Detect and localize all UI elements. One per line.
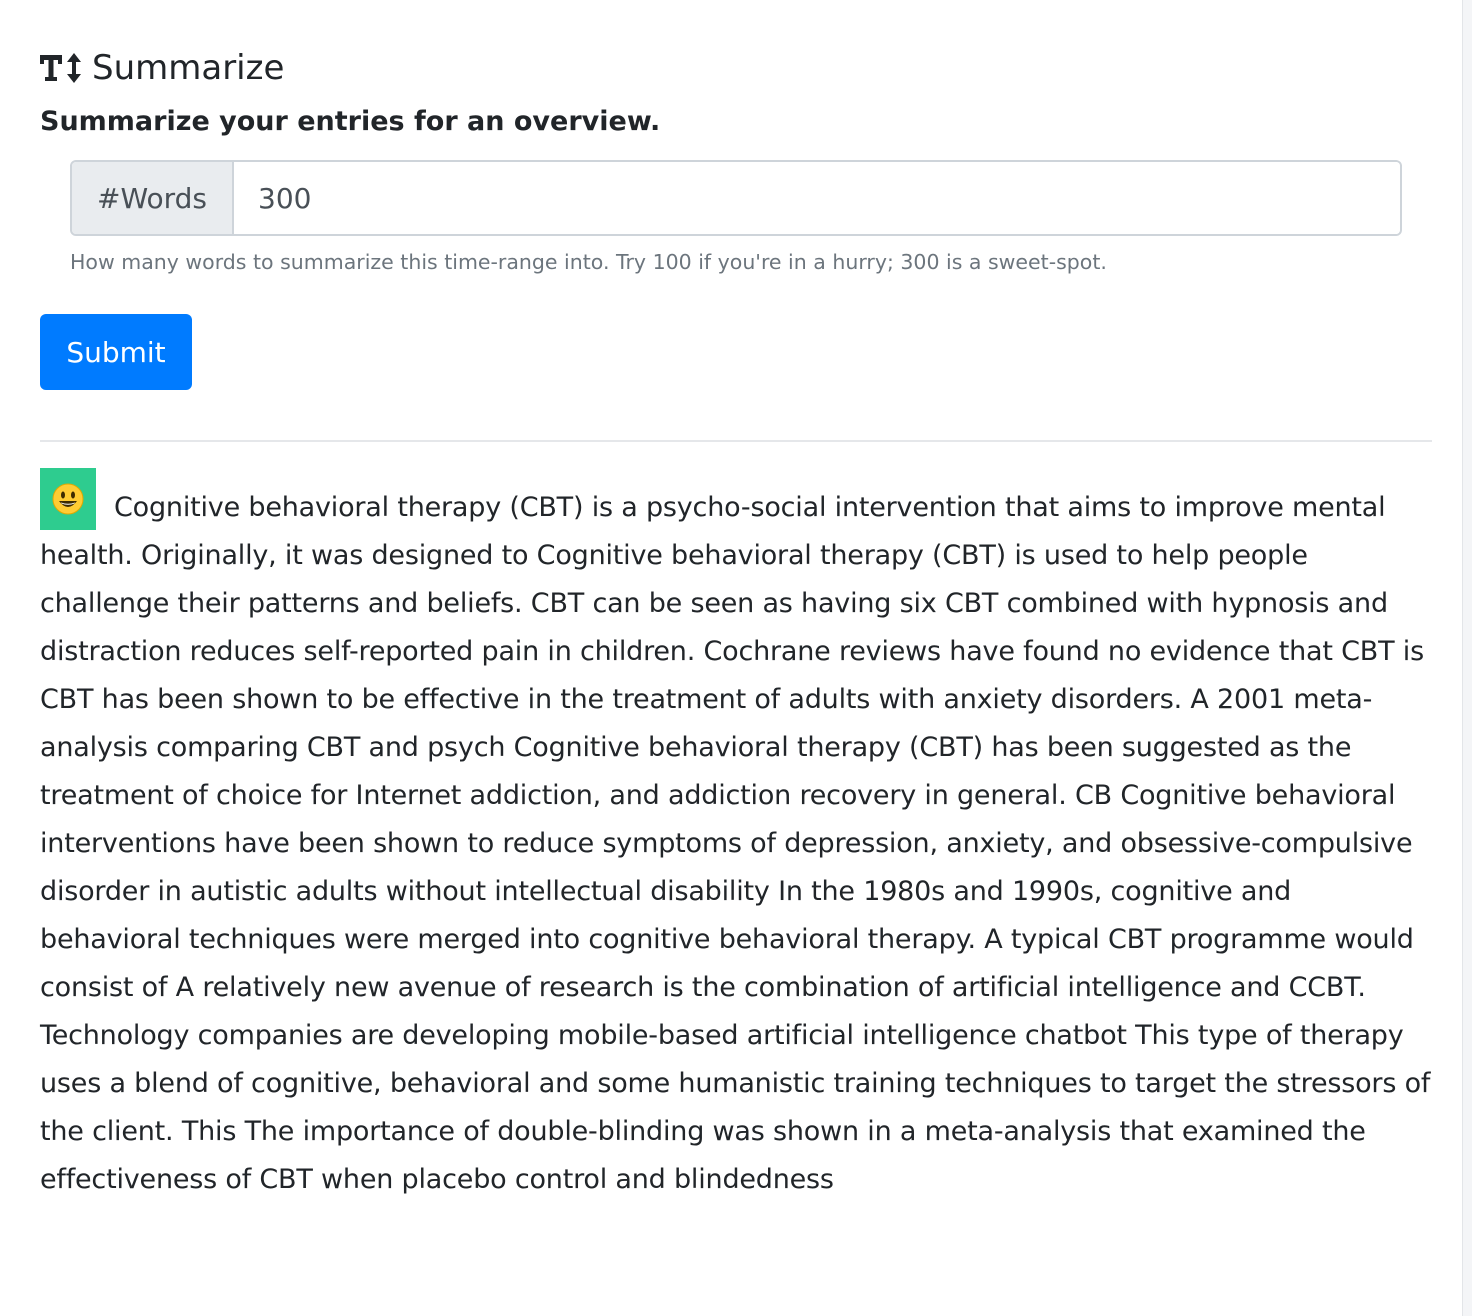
summary-result: Cognitive behavioral therapy (CBT) is a … [40,468,1432,1204]
words-input-group: #Words [70,160,1402,236]
text-height-icon [40,51,84,85]
words-label: #Words [72,162,234,234]
page-title: Summarize [92,48,285,88]
words-help-text: How many words to summarize this time-ra… [70,250,1107,274]
page-subtitle: Summarize your entries for an overview. [40,106,661,137]
summarize-card: Summarize Summarize your entries for an … [0,0,1463,1316]
avatar [40,468,96,530]
summary-text: Cognitive behavioral therapy (CBT) is a … [40,492,1431,1195]
summarize-content: Summarize Summarize your entries for an … [40,40,1432,1195]
page-header: Summarize [40,40,1432,96]
words-input[interactable] [234,162,1400,234]
submit-button[interactable]: Submit [40,314,192,390]
divider [40,440,1432,442]
smiley-face-icon [52,483,84,515]
